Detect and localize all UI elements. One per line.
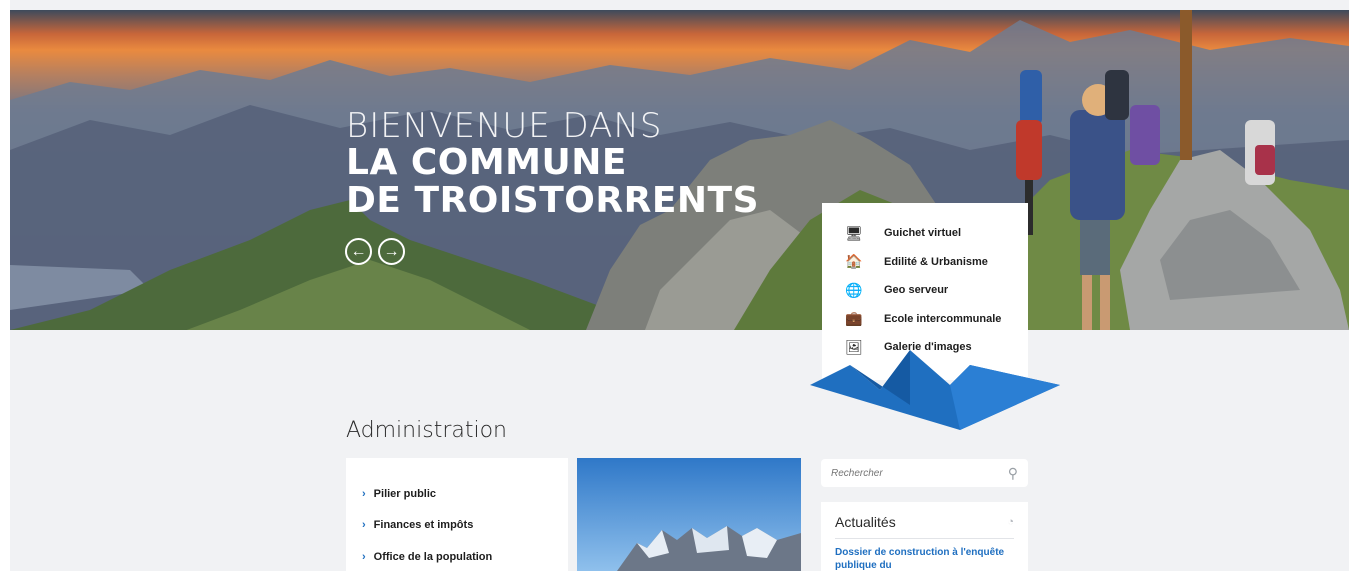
admin-item-label: Pilier public — [373, 487, 437, 500]
admin-item-label: Office de la population — [373, 550, 493, 563]
rss-icon[interactable]: ◔ — [1007, 516, 1014, 528]
admin-item-pilier-public[interactable]: › Pilier public — [346, 478, 568, 510]
news-header: Actualités ◔ — [835, 514, 1014, 539]
admin-item-office-population[interactable]: › Office de la population — [346, 541, 568, 571]
admin-item-label: Finances et impôts — [373, 519, 474, 532]
quick-link-geo-serveur[interactable]: 🌐 Geo serveur — [845, 276, 1028, 305]
hero-line-2: LA COMMUNE — [346, 142, 627, 183]
briefcase-icon: 💼 — [845, 310, 863, 327]
hero-line-1: BIENVENUE DANS — [346, 106, 663, 146]
quick-link-label: Geo serveur — [884, 284, 949, 297]
quick-link-label: Edilité & Urbanisme — [884, 255, 988, 268]
globe-icon: 🌐 — [845, 281, 863, 298]
search-input[interactable] — [831, 467, 1008, 479]
house-icon: 🏠 — [845, 253, 863, 270]
monitor-icon: 🖥 — [845, 224, 863, 241]
quick-link-guichet-virtuel[interactable]: 🖥 Guichet virtuel — [845, 219, 1028, 248]
hero-headline: BIENVENUE DANS LA COMMUNE DE TROISTORREN… — [346, 108, 759, 220]
admin-item-finances-impots[interactable]: › Finances et impôts — [346, 510, 568, 542]
chevron-right-icon: › — [362, 487, 366, 500]
search-icon[interactable]: ⚲ — [1008, 465, 1018, 482]
arrow-right-circle-icon[interactable]: → — [378, 238, 405, 265]
search-box: ⚲ — [821, 459, 1028, 487]
quick-link-ecole-intercommunale[interactable]: 💼 Ecole intercommunale — [845, 305, 1028, 334]
quick-link-label: Guichet virtuel — [884, 227, 962, 240]
news-panel: Actualités ◔ Dossier de construction à l… — [821, 502, 1028, 571]
hero-bottom-edge — [10, 360, 1349, 410]
administration-menu: › Pilier public › Finances et impôts › O… — [346, 458, 568, 571]
administration-photo[interactable] — [577, 458, 801, 571]
chevron-right-icon: › — [362, 519, 366, 532]
administration-title: Administration — [346, 418, 507, 443]
chevron-right-icon: › — [362, 550, 366, 563]
slider-controls: ← → — [345, 238, 405, 265]
arrow-left-circle-icon[interactable]: ← — [345, 238, 372, 265]
quick-link-edilite-urbanisme[interactable]: 🏠 Edilité & Urbanisme — [845, 248, 1028, 277]
news-title: Actualités — [835, 514, 896, 530]
quick-link-label: Ecole intercommunale — [884, 312, 1002, 325]
blue-peaks-decoration — [810, 350, 1060, 430]
hero-line-3: DE TROISTORRENTS — [346, 180, 760, 221]
news-item-link[interactable]: Dossier de construction à l'enquête publ… — [835, 546, 1014, 571]
page: BIENVENUE DANS LA COMMUNE DE TROISTORREN… — [10, 0, 1349, 571]
